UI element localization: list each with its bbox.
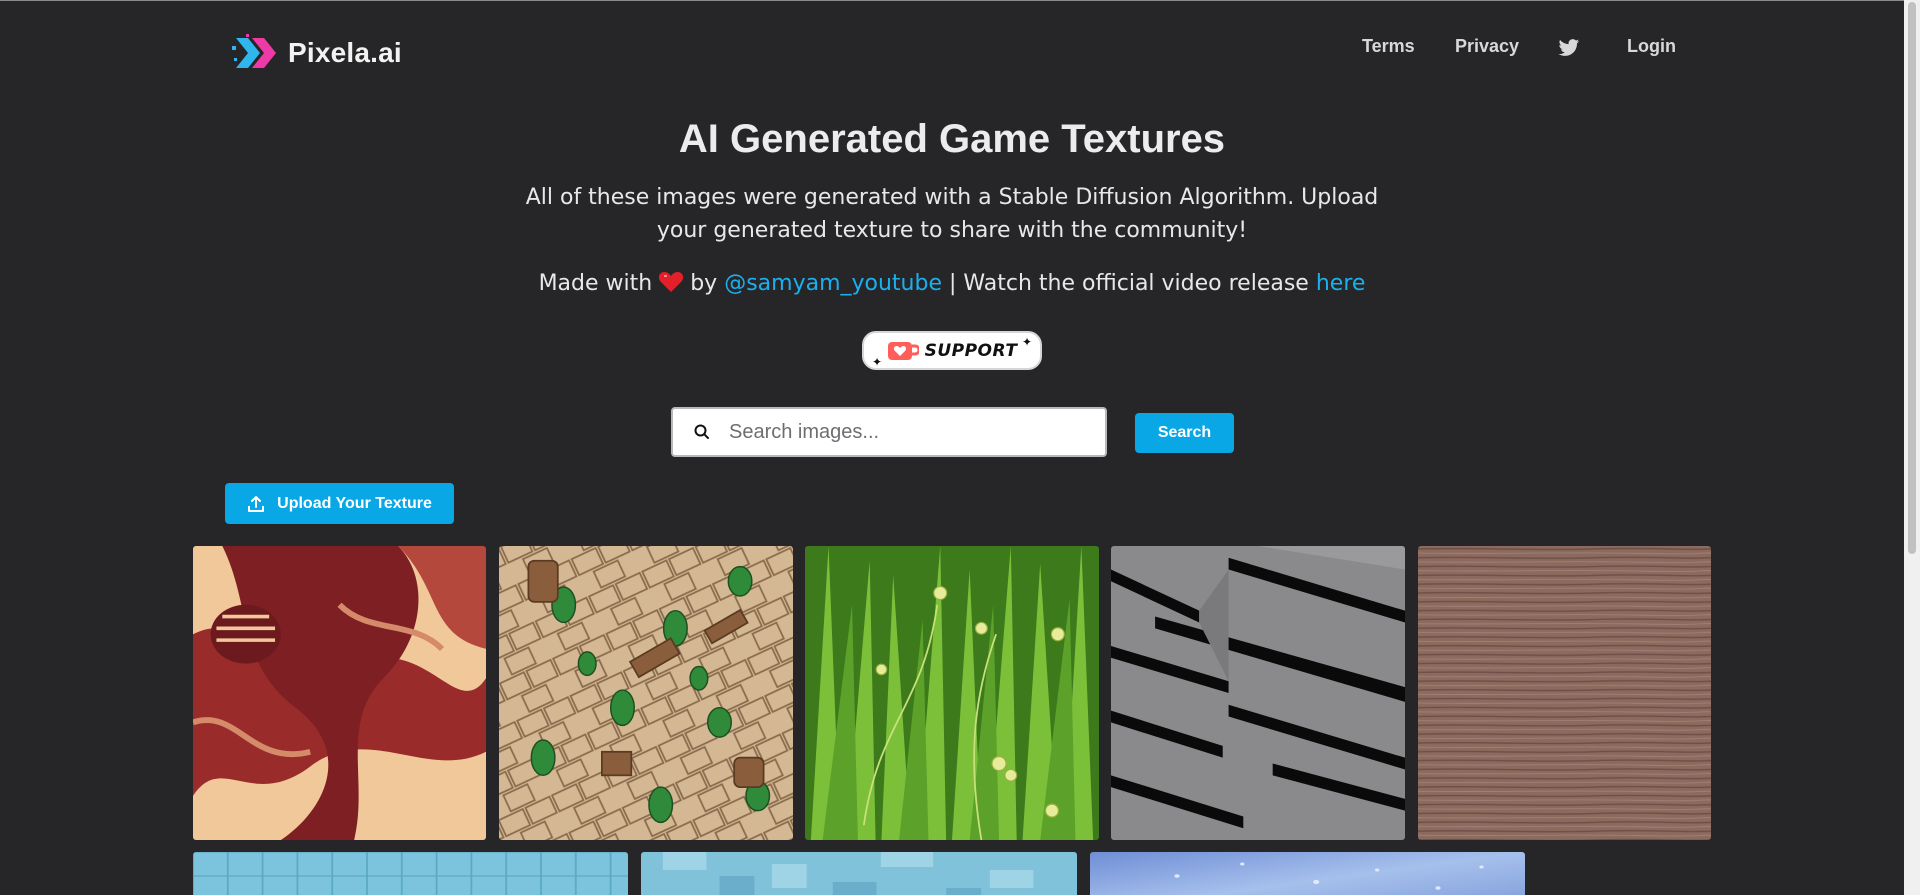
texture-tile-blue-pixel[interactable] — [641, 852, 1077, 895]
search-box — [671, 407, 1107, 457]
red-tree-texture-image — [193, 546, 486, 840]
texture-tile-blue-tile[interactable] — [193, 852, 628, 895]
blue-water-texture-image — [1090, 852, 1525, 895]
nav-terms-link[interactable]: Terms — [1362, 36, 1415, 57]
twitter-icon[interactable] — [1558, 38, 1580, 58]
brown-wood-texture-image — [1418, 546, 1711, 840]
stone-leaf-texture-image — [499, 546, 793, 840]
upload-icon — [248, 495, 265, 512]
texture-tile-stone-leaf[interactable] — [499, 546, 793, 840]
upload-texture-button[interactable]: Upload Your Texture — [225, 483, 454, 524]
search-input[interactable] — [729, 420, 1089, 444]
upload-label: Upload Your Texture — [277, 494, 432, 512]
texture-tile-brown-wood[interactable] — [1418, 546, 1711, 840]
metal-slat-texture-image — [1111, 546, 1405, 840]
credits-line: Made with by @samyam_youtube | Watch the … — [0, 271, 1904, 296]
author-link[interactable]: @samyam_youtube — [724, 271, 942, 296]
texture-tile-blue-water[interactable] — [1090, 852, 1525, 895]
pixela-logo-icon — [232, 34, 276, 68]
heart-icon — [659, 272, 684, 292]
brand-logo[interactable]: Pixela.ai — [232, 32, 402, 74]
video-text: | Watch the official video release — [949, 271, 1309, 296]
video-here-link[interactable]: here — [1316, 271, 1366, 296]
page-title: AI Generated Game Textures — [678, 117, 1226, 161]
page-description: All of these images were generated with … — [525, 185, 1379, 243]
nav-privacy-link[interactable]: Privacy — [1455, 36, 1519, 57]
texture-tile-grass[interactable] — [805, 546, 1099, 840]
support-label: SUPPORT — [924, 340, 1018, 361]
search-icon — [694, 424, 709, 439]
blue-tile-texture-image — [193, 852, 628, 895]
nav-login-link[interactable]: Login — [1627, 36, 1676, 57]
top-border — [0, 0, 1920, 1]
texture-tile-red-tree[interactable] — [193, 546, 486, 840]
sparkle-icon: ✦ — [872, 355, 883, 369]
texture-tile-metal-slat[interactable] — [1111, 546, 1405, 840]
scrollbar-thumb[interactable] — [1908, 2, 1916, 554]
brand-name: Pixela.ai — [288, 37, 402, 68]
support-button[interactable]: ✦ ✦ SUPPORT — [862, 331, 1042, 370]
ko-fi-cup-icon — [887, 341, 919, 360]
by-text: by — [690, 271, 718, 296]
search-button[interactable]: Search — [1135, 413, 1234, 453]
grass-texture-image — [805, 546, 1099, 840]
page-scrollbar[interactable] — [1904, 0, 1920, 895]
sparkle-icon: ✦ — [1021, 335, 1032, 349]
made-with-text: Made with — [538, 271, 653, 296]
blue-pixel-texture-image — [641, 852, 1077, 895]
